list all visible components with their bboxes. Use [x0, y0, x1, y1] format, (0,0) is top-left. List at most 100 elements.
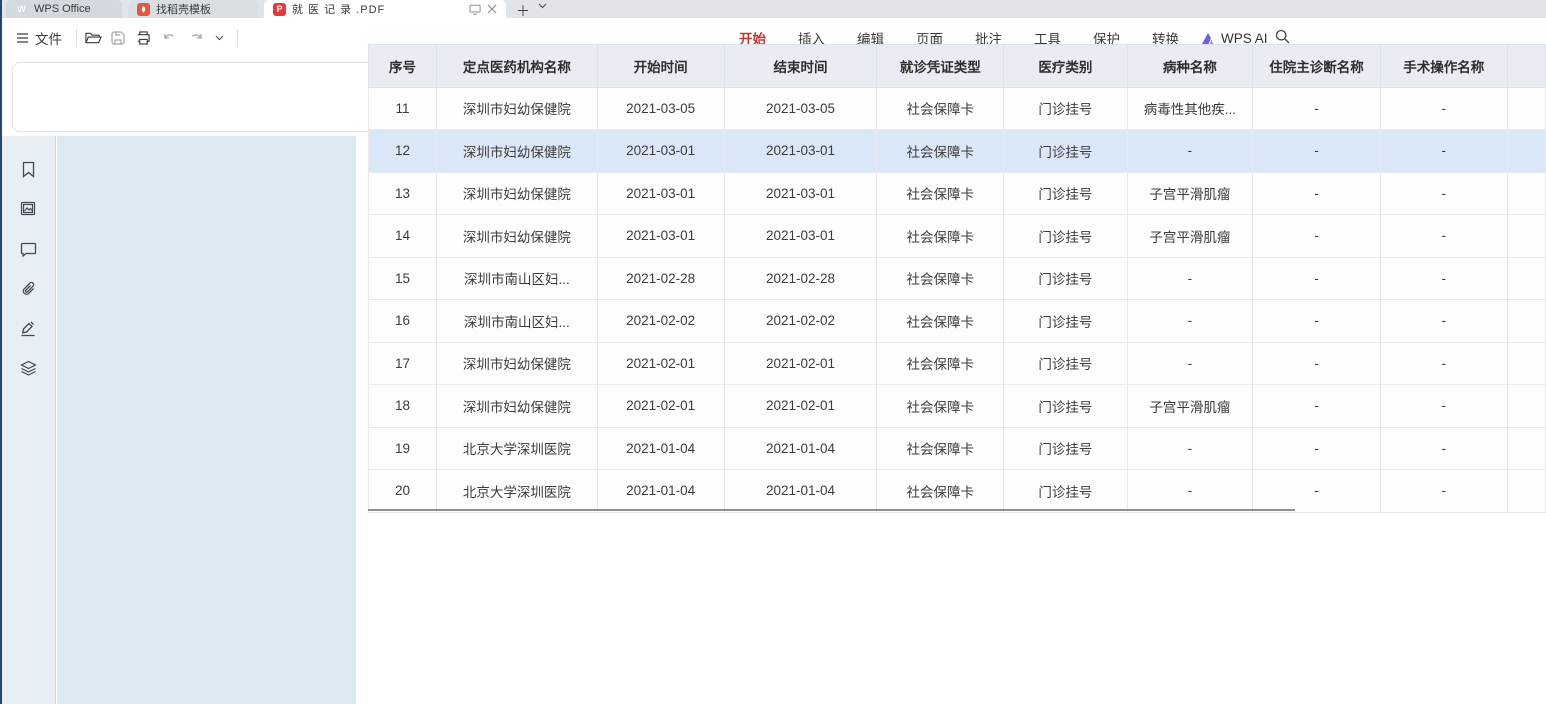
table-header-row: 序号定点医药机构名称开始时间结束时间就诊凭证类型医疗类别病种名称住院主诊断名称手…	[369, 45, 1546, 88]
table-header-cell: 病种名称	[1127, 45, 1253, 88]
table-row[interactable]: 12深圳市妇幼保健院2021-03-012021-03-01社会保障卡门诊挂号-…	[369, 130, 1546, 173]
table-cell: -	[1253, 257, 1381, 300]
redo-icon	[190, 32, 204, 44]
file-menu-button[interactable]: 文件	[16, 18, 62, 58]
table-cell: 2021-02-02	[724, 300, 877, 343]
close-tab-icon[interactable]	[487, 4, 497, 14]
open-file-button[interactable]	[85, 18, 102, 58]
wps-ai-logo-icon	[1201, 32, 1216, 45]
table-cell: 门诊挂号	[1004, 342, 1127, 385]
table-row[interactable]: 13深圳市妇幼保健院2021-03-012021-03-01社会保障卡门诊挂号子…	[369, 172, 1546, 215]
table-cell-partial	[1507, 470, 1545, 513]
table-cell: 社会保障卡	[877, 87, 1004, 130]
table-cell: 社会保障卡	[877, 385, 1004, 428]
table-cell: -	[1380, 300, 1507, 343]
table-cell: -	[1127, 427, 1253, 470]
table-cell: -	[1127, 257, 1253, 300]
table-row[interactable]: 11深圳市妇幼保健院2021-03-052021-03-05社会保障卡门诊挂号病…	[369, 87, 1546, 130]
divider	[76, 29, 77, 47]
bookmark-icon[interactable]	[19, 160, 37, 178]
table-cell: -	[1380, 470, 1507, 513]
tab-wps-office[interactable]: W WPS Office	[6, 0, 122, 18]
signature-icon[interactable]	[19, 320, 37, 338]
table-cell: 门诊挂号	[1004, 87, 1127, 130]
table-row[interactable]: 16深圳市南山区妇...2021-02-022021-02-02社会保障卡门诊挂…	[369, 300, 1546, 343]
attachment-icon[interactable]	[19, 280, 37, 298]
table-cell: 社会保障卡	[877, 470, 1004, 513]
hamburger-icon	[16, 33, 29, 43]
tab-list-chevron-icon[interactable]	[538, 3, 547, 9]
comment-icon[interactable]	[19, 240, 37, 258]
table-header-cell: 手术操作名称	[1380, 45, 1507, 88]
table-cell: 社会保障卡	[877, 130, 1004, 173]
table-cell: -	[1127, 342, 1253, 385]
table-cell: -	[1253, 215, 1381, 258]
table-cell: 2021-03-01	[724, 172, 877, 215]
table-cell: -	[1253, 300, 1381, 343]
table-cell: 门诊挂号	[1004, 300, 1127, 343]
table-row[interactable]: 18深圳市妇幼保健院2021-02-012021-02-01社会保障卡门诊挂号子…	[369, 385, 1546, 428]
table-row[interactable]: 19北京大学深圳医院2021-01-042021-01-04社会保障卡门诊挂号-…	[369, 427, 1546, 470]
table-cell: 深圳市妇幼保健院	[437, 130, 597, 173]
wps-pdf-window: W WPS Office 找稻壳模板 P 就 医 记 录 .PDF ＋	[0, 0, 1546, 704]
print-button[interactable]	[136, 18, 151, 58]
file-menu-label: 文件	[35, 28, 62, 48]
table-row[interactable]: 14深圳市妇幼保健院2021-03-012021-03-01社会保障卡门诊挂号子…	[369, 215, 1546, 258]
table-cell-partial	[1507, 342, 1545, 385]
table-cell: -	[1253, 342, 1381, 385]
table-cell: 2021-03-01	[597, 172, 724, 215]
redo-button[interactable]	[190, 18, 204, 58]
navigation-pane[interactable]	[57, 136, 356, 704]
open-folder-icon	[85, 31, 102, 45]
table-cell-partial	[1507, 215, 1545, 258]
table-cell: 深圳市妇幼保健院	[437, 215, 597, 258]
table-cell: 北京大学深圳医院	[437, 470, 597, 513]
tab-docer-templates[interactable]: 找稻壳模板	[128, 0, 258, 18]
table-cell: 2021-03-01	[597, 130, 724, 173]
table-row[interactable]: 20北京大学深圳医院2021-01-042021-01-04社会保障卡门诊挂号-…	[369, 470, 1546, 513]
table-cell-partial	[1507, 300, 1545, 343]
printer-icon	[136, 31, 151, 45]
tab-document-pdf[interactable]: P 就 医 记 录 .PDF	[264, 0, 506, 18]
table-cell: 14	[369, 215, 437, 258]
table-cell: -	[1380, 427, 1507, 470]
table-cell: 社会保障卡	[877, 257, 1004, 300]
table-cell: 门诊挂号	[1004, 470, 1127, 513]
table-cell: 11	[369, 87, 437, 130]
table-header-cell: 定点医药机构名称	[437, 45, 597, 88]
thumbnail-icon[interactable]	[19, 199, 37, 217]
table-cell-partial	[1507, 172, 1545, 215]
table-cell: 深圳市妇幼保健院	[437, 385, 597, 428]
table-cell: -	[1127, 130, 1253, 173]
table-header-cell: 就诊凭证类型	[877, 45, 1004, 88]
undo-button[interactable]	[162, 18, 176, 58]
table-header-cell: 医疗类别	[1004, 45, 1127, 88]
menu-search-icon[interactable]	[1275, 29, 1290, 44]
table-cell: -	[1127, 470, 1253, 513]
layers-icon[interactable]	[19, 359, 37, 377]
table-cell: -	[1380, 130, 1507, 173]
table-cell: 2021-01-04	[597, 427, 724, 470]
table-cell: -	[1380, 342, 1507, 385]
table-cell: 2021-02-02	[597, 300, 724, 343]
table-cell: -	[1380, 172, 1507, 215]
table-cell: 2021-02-28	[724, 257, 877, 300]
table-header-cell: 开始时间	[597, 45, 724, 88]
table-cell: 16	[369, 300, 437, 343]
table-row[interactable]: 15深圳市南山区妇...2021-02-282021-02-28社会保障卡门诊挂…	[369, 257, 1546, 300]
table-header-cell: 住院主诊断名称	[1253, 45, 1381, 88]
table-cell: 北京大学深圳医院	[437, 427, 597, 470]
table-cell: -	[1380, 257, 1507, 300]
table-cell: 门诊挂号	[1004, 385, 1127, 428]
table-cell: -	[1253, 470, 1381, 513]
window-edge-left	[0, 0, 2, 704]
table-row[interactable]: 17深圳市妇幼保健院2021-02-012021-02-01社会保障卡门诊挂号-…	[369, 342, 1546, 385]
table-cell: 社会保障卡	[877, 300, 1004, 343]
table-cell: 2021-01-04	[597, 470, 724, 513]
save-button[interactable]	[111, 18, 125, 58]
table-cell: -	[1253, 172, 1381, 215]
quick-access-chevron[interactable]	[215, 18, 224, 58]
table-cell: 门诊挂号	[1004, 257, 1127, 300]
chevron-down-icon	[215, 35, 224, 41]
monitor-icon[interactable]	[469, 4, 481, 15]
